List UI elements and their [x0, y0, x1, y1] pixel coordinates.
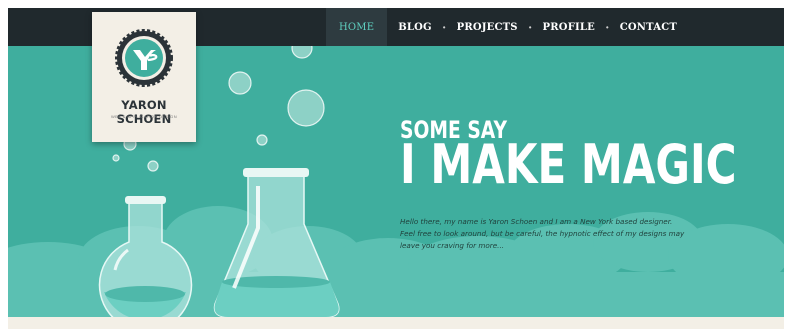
brand-name: YARON SCHOEN — [116, 98, 172, 126]
hero-intro-text: Hello there, my name is Yaron Schoen and… — [400, 216, 720, 252]
ys-badge-icon — [115, 29, 173, 87]
nav-profile[interactable]: PROFILE — [532, 8, 606, 46]
content-strip — [8, 317, 784, 329]
brand-tagline: WEB & APPLICATION DESIGN — [111, 114, 177, 119]
logo-card[interactable]: YARON SCHOEN WEB & APPLICATION DESIGN — [92, 12, 196, 142]
headline-big: I MAKE MAGIC — [400, 133, 737, 196]
intro-line: Feel free to look around, but be careful… — [400, 229, 685, 238]
nav-contact[interactable]: CONTACT — [609, 8, 688, 46]
intro-line: Hello there, my name is Yaron Schoen and… — [400, 217, 673, 226]
round-flask-icon — [98, 196, 193, 317]
nav-projects[interactable]: PROJECTS — [446, 8, 529, 46]
main-nav: HOME BLOG • PROJECTS • PROFILE • CONTACT — [325, 8, 688, 46]
intro-line: leave you craving for more... — [400, 241, 505, 250]
nav-blog[interactable]: BLOG — [387, 8, 443, 46]
nav-home[interactable]: HOME — [325, 8, 388, 46]
page-frame: HOME BLOG • PROJECTS • PROFILE • CONTACT — [8, 8, 784, 329]
